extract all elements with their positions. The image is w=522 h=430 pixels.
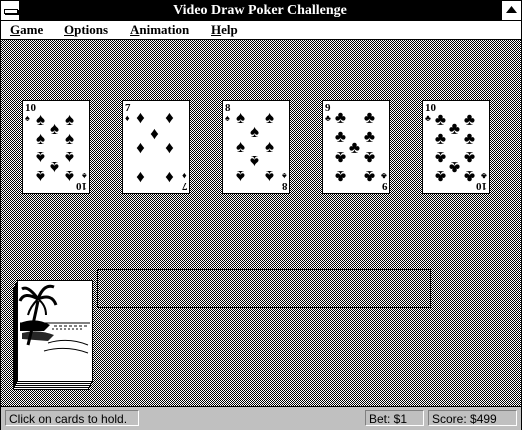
card-3[interactable]: 8 ♠ ♠ ♠ ♠ ♠ ♠ ♠ ♠ ♠ ♠ 8 [222,100,290,194]
system-menu-button[interactable] [1,1,20,20]
club-icon: ♣ [334,167,347,186]
spade-icon: ♠ [264,137,275,156]
diamond-icon: ♦ [165,108,174,127]
card-rank: 10 [76,180,87,192]
menu-animation[interactable]: Animation [130,22,189,38]
club-icon: ♣ [363,148,376,167]
deck-top-card [17,280,93,382]
spade-icon: ♠ [64,129,75,148]
club-icon: ♣ [363,127,376,146]
spade-icon: ♠ [35,129,46,148]
title-bar[interactable]: Video Draw Poker Challenge [1,1,521,21]
status-message: Click on cards to hold. [5,410,139,426]
menu-game-mnemonic: G [10,22,21,37]
club-icon: ♣ [434,129,447,148]
table-felt: 10 ♠ ♠ ♠ ♠ ♠ ♠ ♠ ♠ ♠ ♠ ♠ ♠ 10 7 ♦ ♦ ♦ ♦ … [1,40,521,406]
card-2[interactable]: 7 ♦ ♦ ♦ ♦ ♦ ♦ ♦ ♦ ♦ 7 [122,100,190,194]
menu-game-label: ame [20,22,44,37]
diamond-icon: ♦ [136,108,145,127]
diamond-icon: ♦ [125,113,130,123]
menu-help[interactable]: Help [211,22,238,38]
card-rank: 9 [381,180,388,192]
spade-icon: ♠ [64,148,75,167]
spade-icon: ♠ [64,110,75,129]
card-4[interactable]: 9 ♣ ♣ ♣ ♣ ♣ ♣ ♣ ♣ ♣ ♣ ♣ 9 [322,100,390,194]
spade-icon: ♠ [282,171,287,181]
menu-animation-mnemonic: A [130,22,140,37]
spade-icon: ♠ [264,167,275,186]
menu-help-label: elp [221,22,238,37]
club-icon: ♣ [434,167,447,186]
spade-icon: ♠ [82,171,87,181]
menu-options-label: ptions [74,22,109,37]
club-icon: ♣ [363,167,376,186]
club-icon: ♣ [325,113,331,123]
card-deck[interactable] [13,280,93,390]
club-icon: ♣ [363,108,376,127]
menu-game[interactable]: Game [10,22,43,38]
spade-icon: ♠ [235,167,246,186]
status-bar: Click on cards to hold. Bet: $1 Score: $… [1,406,521,430]
system-menu-icon [4,9,18,14]
maximize-arrow-icon [506,6,517,13]
card-rank: 8 [281,180,288,192]
spade-icon: ♠ [25,113,30,123]
diamond-icon: ♦ [165,138,174,157]
spade-icon: ♠ [264,108,275,127]
maximize-button[interactable] [501,1,521,20]
game-window: Video Draw Poker Challenge Game Options … [0,0,522,430]
club-icon: ♣ [381,171,387,181]
club-icon: ♣ [334,108,347,127]
menu-options-mnemonic: O [64,22,75,37]
club-icon: ♣ [463,129,476,148]
diamond-icon: ♦ [182,171,187,181]
club-icon: ♣ [334,148,347,167]
club-icon: ♣ [425,113,431,123]
menu-help-mnemonic: H [211,22,222,37]
window-title: Video Draw Poker Challenge [173,3,347,18]
club-icon: ♣ [463,110,476,129]
club-icon: ♣ [463,148,476,167]
card-rank: 7 [181,180,188,192]
card-rank: 10 [476,180,487,192]
menu-bar: Game Options Animation Help [1,21,521,40]
spade-icon: ♠ [225,113,230,123]
card-5[interactable]: 10 ♣ ♣ ♣ ♣ ♣ ♣ ♣ ♣ ♣ ♣ ♣ ♣ 10 [422,100,490,194]
card-1[interactable]: 10 ♠ ♠ ♠ ♠ ♠ ♠ ♠ ♠ ♠ ♠ ♠ ♠ 10 [22,100,90,194]
score-display: Score: $499 [428,410,517,426]
diamond-icon: ♦ [165,167,174,186]
menu-options[interactable]: Options [64,22,108,38]
menu-animation-label: nimation [139,22,190,37]
bet-display: Bet: $1 [365,410,424,426]
palm-tree-beach-icon [18,284,90,354]
diamond-icon: ♦ [136,138,145,157]
spade-icon: ♠ [35,167,46,186]
club-icon: ♣ [481,171,487,181]
discard-area [97,269,431,308]
diamond-icon: ♦ [136,167,145,186]
